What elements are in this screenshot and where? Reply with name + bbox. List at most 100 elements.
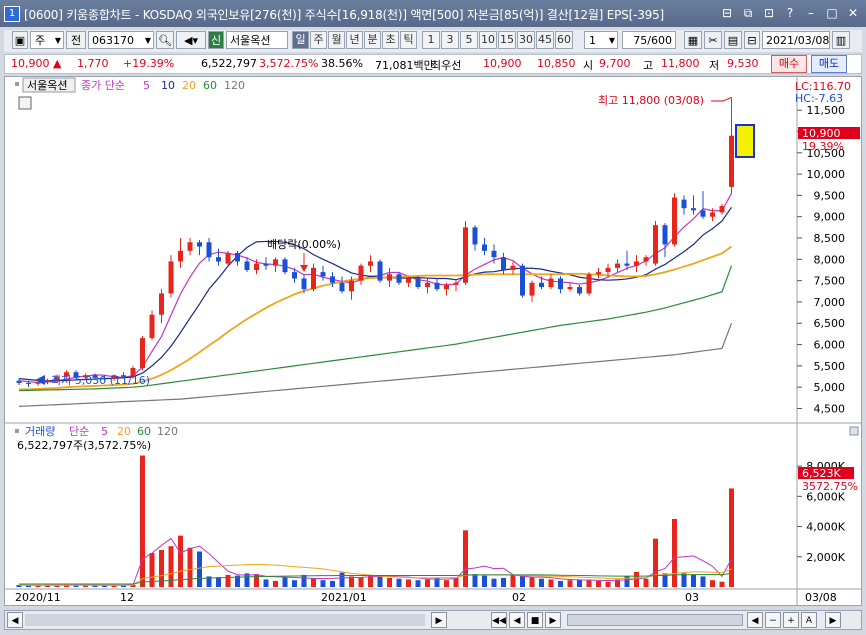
stop-icon[interactable]: ■ (527, 612, 543, 628)
vol-legend-ma20: 20 (117, 425, 131, 438)
minute-tab-3[interactable]: 3 (441, 31, 459, 49)
zoom-in-icon[interactable]: + (783, 612, 799, 628)
quote-price: 10,900 (11, 57, 50, 70)
save-icon[interactable]: ▤ (724, 31, 742, 49)
volume-bar (463, 530, 468, 587)
minute-tab-60[interactable]: 60 (555, 31, 573, 49)
volume-bar (425, 579, 430, 587)
tool-icon[interactable]: ✂ (704, 31, 722, 49)
minute-tab-45[interactable]: 45 (536, 31, 554, 49)
y-tick-label: 9,000 (814, 211, 846, 224)
scroll-right-icon[interactable]: ▶ (431, 612, 447, 628)
calendar-icon[interactable]: ▥ (832, 31, 850, 49)
candle-body (501, 257, 506, 270)
quote-bar: 10,900 ▲ 1,770 +19.39% 6,522,797 3,572.7… (4, 54, 862, 74)
bar-count-field[interactable]: 75/600 (622, 31, 676, 49)
candle-body (691, 208, 696, 211)
volume-bar (653, 538, 658, 587)
zoom-left-icon[interactable]: ◀ (747, 612, 763, 628)
candle-body (263, 263, 269, 266)
quote-change: 1,770 (77, 57, 109, 70)
restore-icon[interactable]: ⊟ (718, 4, 736, 22)
layout-icon[interactable]: ▣ (12, 31, 28, 49)
lock-icon[interactable]: ⊡ (760, 4, 778, 22)
maximize-icon[interactable]: □ (823, 4, 841, 22)
period-tab-3[interactable]: 년 (346, 31, 363, 49)
stock-code-input[interactable]: 063170 ▼ (88, 31, 154, 49)
y-tick-label: 8,500 (814, 232, 846, 245)
candle-body (396, 274, 402, 283)
volume-bar (358, 577, 364, 587)
candle-body (282, 259, 288, 273)
last-volume-label: 6,523K (802, 467, 841, 480)
auto-scale-icon[interactable]: A (801, 612, 817, 628)
candle-body (672, 197, 677, 245)
market-select[interactable]: 주 ▼ (30, 31, 64, 49)
rewind-icon[interactable]: ◀◀ (491, 612, 507, 628)
volume-bar (339, 572, 345, 587)
y-tick-label: 6,000 (814, 339, 846, 352)
scroll-left-icon[interactable]: ◀ (7, 612, 23, 628)
volume-bar (596, 580, 601, 587)
volume-bar (453, 577, 459, 587)
search-icon[interactable]: 🔍︎ (156, 31, 174, 49)
sin-badge[interactable]: 신 (208, 31, 224, 49)
candle-body (520, 265, 525, 296)
quote-change-pct: +19.39% (123, 57, 175, 70)
candle-body (463, 227, 468, 283)
scroll-end-icon[interactable]: ▶ (825, 612, 841, 628)
step-select[interactable]: 1 ▼ (584, 31, 618, 49)
volume-bar (311, 577, 316, 587)
candle-body (339, 282, 345, 292)
period-tab-6[interactable]: 틱 (400, 31, 417, 49)
volume-bar (719, 581, 725, 587)
price-ma-label: 종가 단순 (81, 79, 125, 92)
zoom-out-icon[interactable]: − (765, 612, 781, 628)
candle-body (225, 252, 231, 264)
period-tab-5[interactable]: 초 (382, 31, 399, 49)
volume-bar (187, 547, 193, 587)
pin-icon[interactable]: ⊟ (744, 31, 760, 49)
candle-body (244, 261, 250, 270)
best-label: 최우선 (431, 59, 462, 72)
candle-body (634, 261, 639, 266)
quote-turnover: 38.56% (321, 57, 363, 70)
chart-svg[interactable]: 서울옥션 종가 단순 5 10 20 60 120 LC:116.70 HC:-… (5, 77, 861, 605)
chart-area[interactable]: 서울옥션 종가 단순 5 10 20 60 120 LC:116.70 HC:-… (4, 76, 862, 606)
minute-tab-5[interactable]: 5 (460, 31, 478, 49)
low-annotation: 최저 5,030 (11/16) (51, 374, 150, 387)
volume-bar (482, 575, 487, 587)
volume-bar (263, 579, 269, 587)
sell-button[interactable]: 매도 (811, 55, 847, 73)
buy-button[interactable]: 매수 (771, 55, 807, 73)
volume-panel-toggle-icon[interactable] (849, 426, 859, 436)
candle-body (472, 227, 478, 245)
close-icon[interactable]: ✕ (844, 4, 862, 22)
help-icon[interactable]: ? (781, 4, 799, 22)
play-icon[interactable]: ▶ (545, 612, 561, 628)
zoom-track[interactable] (567, 614, 743, 626)
grid-tool-icon[interactable] (18, 96, 32, 110)
duplicate-icon[interactable]: ⧉ (739, 4, 757, 22)
minute-tab-1[interactable]: 1 (422, 31, 440, 49)
date-field[interactable]: 2021/03/08 (762, 31, 830, 49)
minute-tab-30[interactable]: 30 (517, 31, 535, 49)
period-tab-4[interactable]: 분 (364, 31, 381, 49)
minute-tab-15[interactable]: 15 (498, 31, 516, 49)
candle-body (729, 135, 734, 187)
scroll-track[interactable] (25, 614, 425, 626)
prev-button[interactable]: 전 (66, 31, 86, 49)
volume-bar (539, 578, 544, 587)
current-bar-highlight[interactable] (735, 124, 755, 158)
step-back-icon[interactable]: ◀ (509, 612, 525, 628)
grid-icon[interactable]: ▦ (684, 31, 702, 49)
chevron-down-icon: ▼ (54, 36, 61, 45)
minute-tab-10[interactable]: 10 (479, 31, 497, 49)
period-tab-0[interactable]: 일 (292, 31, 309, 49)
speaker-icon[interactable]: ◀▾ (176, 31, 206, 49)
period-tab-1[interactable]: 주 (310, 31, 327, 49)
volume-bar (387, 577, 392, 587)
period-tab-2[interactable]: 월 (328, 31, 345, 49)
volume-bar (396, 578, 402, 587)
minimize-icon[interactable]: – (802, 4, 820, 22)
